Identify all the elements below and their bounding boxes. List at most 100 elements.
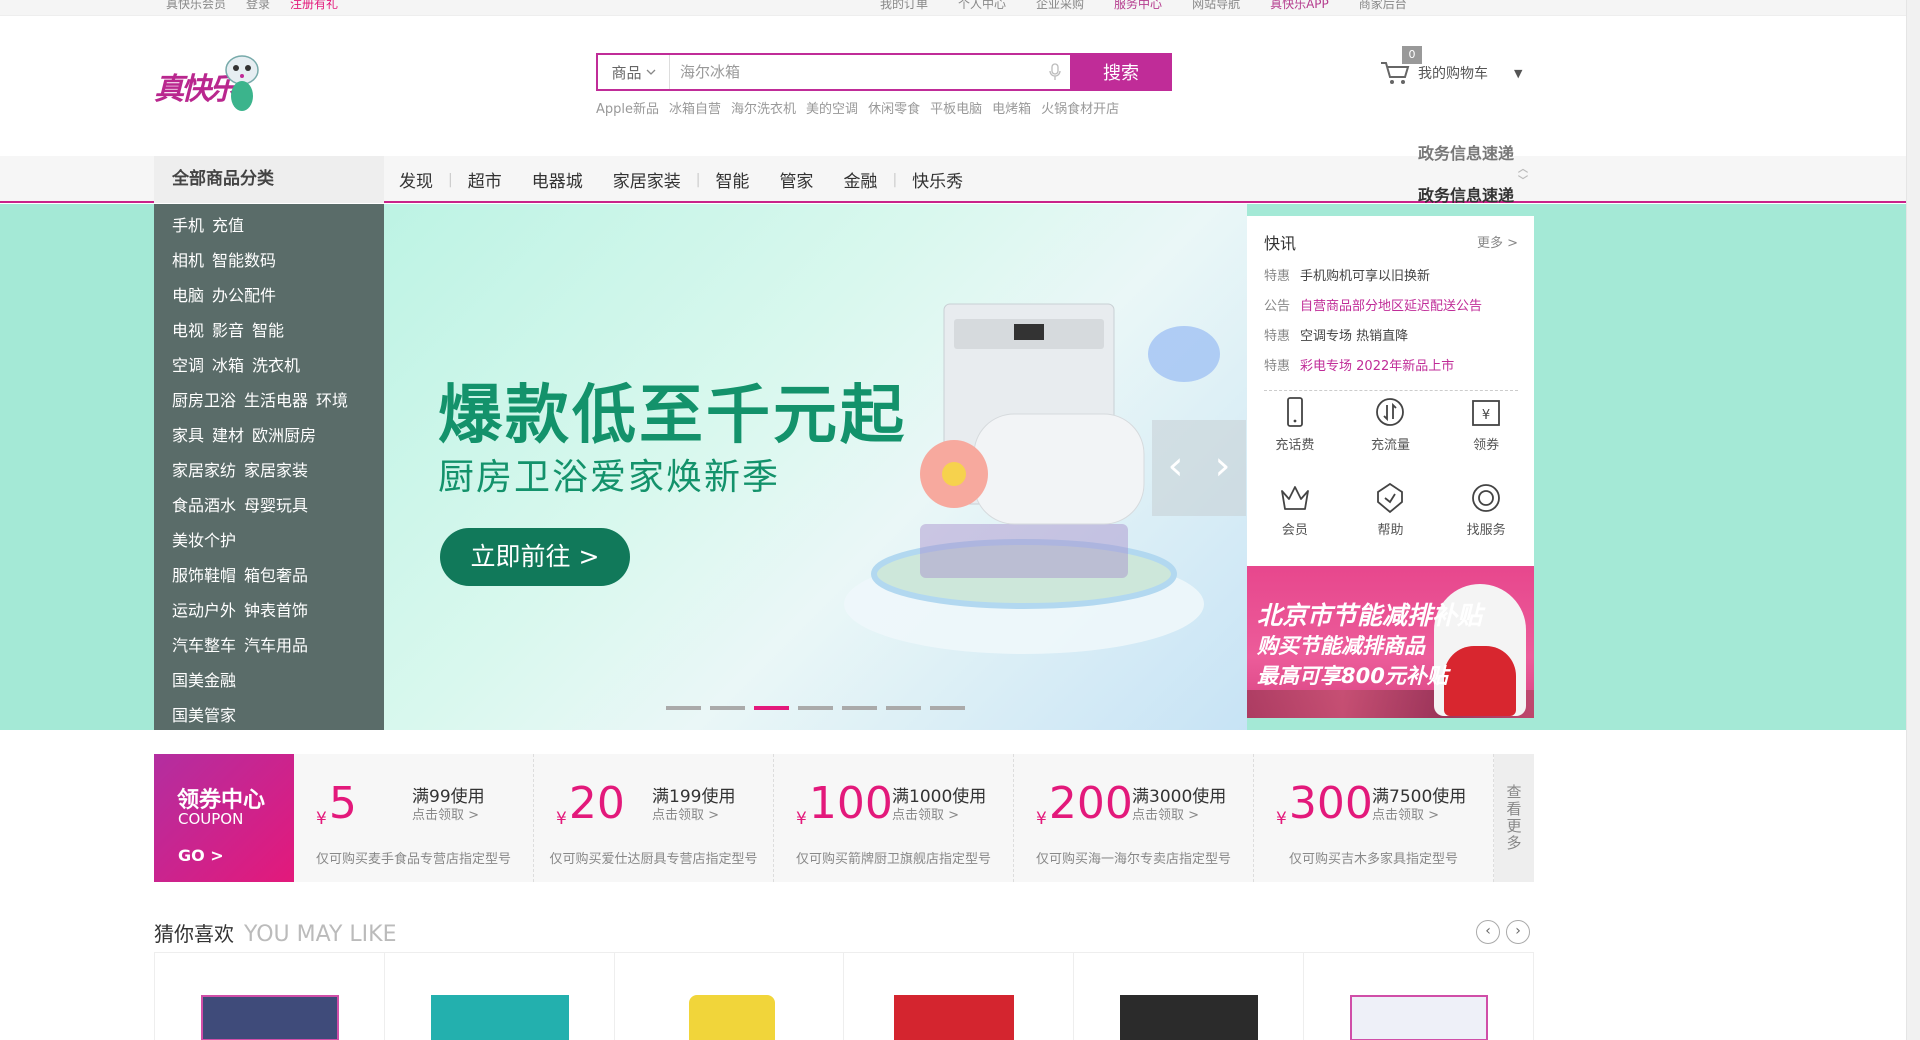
product-card[interactable]	[844, 953, 1075, 1040]
coupon-claim-link[interactable]: 点击领取 >	[892, 804, 959, 823]
hotword[interactable]: Apple新品	[596, 98, 659, 117]
chevron-right-icon[interactable]: ›	[1199, 420, 1246, 516]
hotword[interactable]: 海尔洗衣机	[731, 98, 796, 117]
category-link[interactable]: 环境	[316, 391, 348, 410]
coupon-claim-link[interactable]: 点击领取 >	[412, 804, 479, 823]
category-link[interactable]: 钟表首饰	[244, 601, 308, 620]
category-link[interactable]: 家居家纺	[172, 461, 236, 480]
nav-item-finance[interactable]: 金融	[828, 167, 892, 192]
category-link[interactable]: 汽车用品	[244, 636, 308, 655]
category-link[interactable]: 电脑	[172, 286, 204, 305]
page-scrollbar[interactable]	[1906, 0, 1920, 1040]
product-card[interactable]	[1304, 953, 1533, 1040]
category-link[interactable]: 手机	[172, 216, 204, 235]
service-find[interactable]: 找服务	[1438, 481, 1534, 556]
search-input[interactable]	[670, 55, 1040, 89]
search-button[interactable]: 搜索	[1070, 53, 1172, 91]
carousel-dot[interactable]	[842, 706, 877, 710]
member-link[interactable]: 真快乐会员	[166, 0, 226, 12]
register-link[interactable]: 注册有礼	[290, 0, 338, 12]
search-category-select[interactable]: 商品	[598, 55, 670, 89]
carousel-dot[interactable]	[666, 706, 701, 710]
all-categories-button[interactable]: 全部商品分类	[154, 156, 384, 203]
category-link[interactable]: 母婴玩具	[244, 496, 308, 515]
coupon-card[interactable]: ¥100 满1000使用 点击领取 > 仅可购买箭牌厨卫旗舰店指定型号	[774, 754, 1014, 882]
hotword[interactable]: 美的空调	[806, 98, 858, 117]
nav-item-appliances[interactable]: 电器城	[517, 167, 598, 192]
category-link[interactable]: 运动户外	[172, 601, 236, 620]
hotword[interactable]: 电烤箱	[992, 98, 1031, 117]
category-link[interactable]: 汽车整车	[172, 636, 236, 655]
news-item[interactable]: 特惠 手机购机可享以旧换新	[1264, 262, 1518, 292]
personal-center-link[interactable]: 个人中心	[958, 0, 1006, 12]
carousel-dot[interactable]	[710, 706, 745, 710]
category-link[interactable]: 办公配件	[212, 286, 276, 305]
category-link[interactable]: 家具	[172, 426, 204, 445]
carousel-dot[interactable]	[754, 706, 789, 710]
nav-item-happy-show[interactable]: 快乐秀	[897, 167, 978, 192]
news-ticker[interactable]: 政务信息速递 政务信息速递 ︿ ﹀	[1380, 140, 1530, 203]
my-orders-link[interactable]: 我的订单	[880, 0, 928, 12]
banner-cta-button[interactable]: 立即前往 >	[440, 528, 630, 586]
coupon-card[interactable]: ¥300 满7500使用 点击领取 > 仅可购买吉木多家具指定型号	[1254, 754, 1494, 882]
category-link[interactable]: 智能	[252, 321, 284, 340]
news-item[interactable]: 特惠 彩电专场 2022年新品上市	[1264, 352, 1518, 382]
category-link[interactable]: 生活电器	[244, 391, 308, 410]
nav-item-home[interactable]: 家居家装	[598, 167, 696, 192]
nav-item-supermarket[interactable]: 超市	[453, 167, 517, 192]
news-item[interactable]: 特惠 空调专场 热销直降	[1264, 322, 1518, 352]
site-nav-link[interactable]: 网站导航	[1192, 0, 1240, 12]
chevron-left-icon[interactable]: ‹	[1476, 920, 1500, 944]
subsidy-promo-banner[interactable]: 北京市节能减排补贴 购买节能减排商品 最高可享800元补贴	[1247, 566, 1534, 718]
chevron-left-icon[interactable]: ‹	[1152, 420, 1199, 516]
product-card[interactable]	[155, 953, 385, 1040]
enterprise-link[interactable]: 企业采购	[1036, 0, 1084, 12]
ticker-arrows-icon[interactable]: ︿ ﹀	[1518, 164, 1528, 188]
carousel-dot[interactable]	[798, 706, 833, 710]
category-link[interactable]: 建材	[212, 426, 244, 445]
coupon-more-button[interactable]: 查看更多	[1494, 754, 1534, 882]
service-recharge-phone[interactable]: 充话费	[1247, 396, 1343, 471]
service-coupon[interactable]: ¥ 领券	[1438, 396, 1534, 471]
category-link[interactable]: 相机	[172, 251, 204, 270]
hotword[interactable]: 冰箱自营	[669, 98, 721, 117]
hotword[interactable]: 平板电脑	[930, 98, 982, 117]
category-link[interactable]: 电视	[172, 321, 204, 340]
carousel-dot[interactable]	[930, 706, 965, 710]
coupon-claim-link[interactable]: 点击领取 >	[652, 804, 719, 823]
service-member[interactable]: 会员	[1247, 481, 1343, 556]
category-link[interactable]: 欧洲厨房	[252, 426, 316, 445]
coupon-card[interactable]: ¥5 满99使用 点击领取 > 仅可购买麦手食品专营店指定型号	[294, 754, 534, 882]
category-link[interactable]: 充值	[212, 216, 244, 235]
coupon-center-button[interactable]: 领券中心 COUPON GO >	[154, 754, 294, 882]
category-link[interactable]: 厨房卫浴	[172, 391, 236, 410]
category-link[interactable]: 美妆个护	[172, 531, 236, 550]
merchant-link[interactable]: 商家后台	[1359, 0, 1407, 12]
microphone-icon[interactable]	[1040, 55, 1070, 89]
carousel-dot[interactable]	[886, 706, 921, 710]
category-link[interactable]: 洗衣机	[252, 356, 300, 375]
service-recharge-data[interactable]: 充流量	[1343, 396, 1439, 471]
nav-item-smart[interactable]: 智能	[700, 167, 764, 192]
login-link[interactable]: 登录	[246, 0, 270, 12]
app-link[interactable]: 真快乐APP	[1270, 0, 1329, 12]
product-card[interactable]	[615, 953, 845, 1040]
news-more-link[interactable]: 更多 >	[1477, 232, 1518, 251]
coupon-card[interactable]: ¥20 满199使用 点击领取 > 仅可购买爱仕达厨具专营店指定型号	[534, 754, 774, 882]
news-item[interactable]: 公告 自营商品部分地区延迟配送公告	[1264, 292, 1518, 322]
nav-item-butler[interactable]: 管家	[764, 167, 828, 192]
category-link[interactable]: 空调	[172, 356, 204, 375]
shopping-cart[interactable]: 0 我的购物车 ▼	[1380, 46, 1522, 86]
coupon-card[interactable]: ¥200 满3000使用 点击领取 > 仅可购买海一海尔专卖店指定型号	[1014, 754, 1254, 882]
category-link[interactable]: 国美管家	[172, 706, 236, 725]
coupon-claim-link[interactable]: 点击领取 >	[1132, 804, 1199, 823]
category-link[interactable]: 冰箱	[212, 356, 244, 375]
service-center-link[interactable]: 服务中心	[1114, 0, 1162, 12]
hotword[interactable]: 火锅食材开店	[1041, 98, 1119, 117]
category-link[interactable]: 箱包奢品	[244, 566, 308, 585]
coupon-claim-link[interactable]: 点击领取 >	[1372, 804, 1439, 823]
category-link[interactable]: 服饰鞋帽	[172, 566, 236, 585]
product-card[interactable]	[1074, 953, 1305, 1040]
category-link[interactable]: 影音	[212, 321, 244, 340]
hotword[interactable]: 休闲零食	[868, 98, 920, 117]
